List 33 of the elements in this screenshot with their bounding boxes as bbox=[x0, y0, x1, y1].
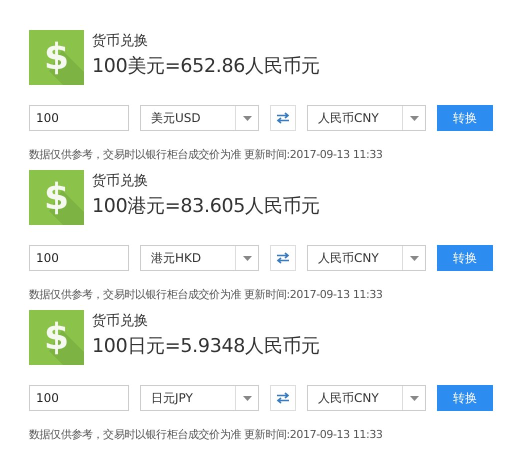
caret-icon bbox=[242, 396, 252, 400]
amount-field[interactable]: 100 bbox=[29, 245, 129, 271]
swap-button[interactable] bbox=[270, 385, 296, 411]
dollar-icon: $ bbox=[29, 30, 84, 85]
amount-field[interactable]: 100 bbox=[29, 385, 129, 411]
disclaimer-text: 数据仅供参考，交易时以银行柜台成交价为准 更新时间:2017-09-13 11:33 bbox=[29, 147, 384, 163]
currency-select[interactable]: 美元USD bbox=[140, 105, 259, 131]
widget-title: 货币兑换 bbox=[92, 32, 149, 50]
widget-title: 货币兑换 bbox=[92, 312, 149, 330]
currency-select[interactable]: 人民币CNY bbox=[307, 245, 426, 271]
dollar-icon: $ bbox=[29, 310, 84, 365]
conversion-result: 100港元=83.605人民币元 bbox=[92, 194, 320, 219]
caret-icon bbox=[242, 256, 252, 260]
dollar-icon: $ bbox=[29, 170, 84, 225]
disclaimer-text: 数据仅供参考，交易时以银行柜台成交价为准 更新时间:2017-09-13 11:33 bbox=[29, 287, 384, 303]
currency-select[interactable]: 港元HKD bbox=[140, 245, 259, 271]
widget-title: 货币兑换 bbox=[92, 172, 149, 190]
caret-icon bbox=[410, 256, 418, 260]
swap-button[interactable] bbox=[270, 105, 296, 131]
caret-icon bbox=[410, 396, 418, 400]
swap-icon bbox=[276, 392, 290, 404]
caret-icon bbox=[410, 116, 418, 120]
conversion-result: 100日元=5.9348人民币元 bbox=[92, 334, 320, 359]
amount-field[interactable]: 100 bbox=[29, 105, 129, 131]
caret-icon bbox=[242, 116, 252, 120]
disclaimer-text: 数据仅供参考，交易时以银行柜台成交价为准 更新时间:2017-09-13 11:33 bbox=[29, 427, 384, 443]
swap-icon bbox=[276, 112, 290, 124]
swap-icon bbox=[276, 252, 290, 264]
currency-select[interactable]: 人民币CNY bbox=[307, 105, 426, 131]
conversion-result: 100美元=652.86人民币元 bbox=[92, 54, 320, 79]
swap-button[interactable] bbox=[270, 245, 296, 271]
currency-select[interactable]: 人民币CNY bbox=[307, 385, 426, 411]
currency-select[interactable]: 日元JPY bbox=[140, 385, 259, 411]
